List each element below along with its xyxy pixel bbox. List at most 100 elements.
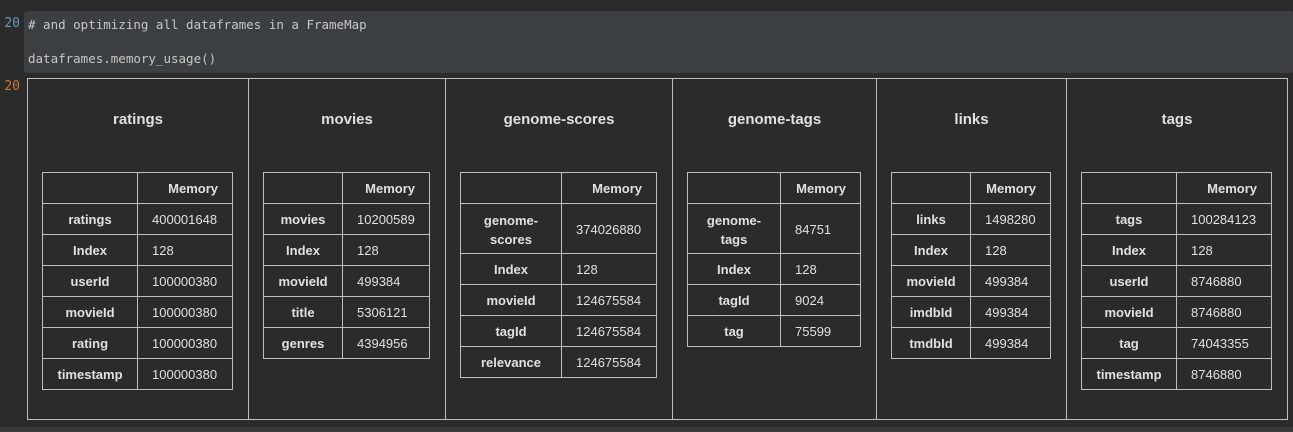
header-memory: Memory <box>780 172 861 204</box>
table-header-row: Memory <box>687 172 861 204</box>
table-header-row: Memory <box>42 172 233 204</box>
table-row: userId 8746880 <box>1081 265 1272 297</box>
header-memory: Memory <box>1176 172 1272 204</box>
table-row: genome-scores 374026880 <box>460 203 657 254</box>
row-value: 124675584 <box>561 284 657 316</box>
table-row: Index 128 <box>1081 234 1272 266</box>
row-name: Index <box>891 234 971 266</box>
table-row: ratings 400001648 <box>42 203 233 235</box>
row-name: movieId <box>1081 296 1177 328</box>
table-row: tagId 9024 <box>687 284 861 316</box>
row-name: movieId <box>42 296 138 328</box>
table-row: Index 128 <box>891 234 1051 266</box>
row-name: Index <box>687 253 781 285</box>
row-value: 100000380 <box>137 296 233 328</box>
frame-title: genome-scores <box>503 111 615 128</box>
table-row: imdbId 499384 <box>891 296 1051 328</box>
row-name: movieId <box>891 265 971 297</box>
row-name: movies <box>263 203 343 235</box>
row-name: movieId <box>460 284 562 316</box>
table-header-row: Memory <box>460 172 657 204</box>
row-name: rating <box>42 327 138 359</box>
row-value: 128 <box>137 234 233 266</box>
table-row: tmdbId 499384 <box>891 327 1051 359</box>
row-name: tagId <box>687 284 781 316</box>
table-row: Index 128 <box>263 234 430 266</box>
table-row: userId 100000380 <box>42 265 233 297</box>
table-header-row: Memory <box>263 172 430 204</box>
frame-title: tags <box>1161 111 1193 128</box>
row-name: movieId <box>263 265 343 297</box>
table-row: Index 128 <box>460 253 657 285</box>
header-blank <box>460 172 562 204</box>
table-row: genome-tags 84751 <box>687 203 861 254</box>
table-header-row: Memory <box>1081 172 1272 204</box>
table-row: movieId 124675584 <box>460 284 657 316</box>
table-row: tagId 124675584 <box>460 315 657 347</box>
row-value: 128 <box>1176 234 1272 266</box>
table-row: genres 4394956 <box>263 327 430 359</box>
row-value: 124675584 <box>561 315 657 347</box>
row-name: genome-scores <box>460 203 562 254</box>
row-name: tag <box>1081 327 1177 359</box>
table-row: movieId 100000380 <box>42 296 233 328</box>
table-row: relevance 124675584 <box>460 346 657 378</box>
table-row: Index 128 <box>687 253 861 285</box>
table-row: Index 128 <box>42 234 233 266</box>
row-value: 75599 <box>780 315 861 347</box>
row-name: genres <box>263 327 343 359</box>
row-value: 374026880 <box>561 203 657 254</box>
table-row: timestamp 100000380 <box>42 358 233 390</box>
bottom-strip <box>0 427 1293 432</box>
row-value: 8746880 <box>1176 358 1272 390</box>
memory-table: Memory genome-tags 84751 Index 128 tagId 90… <box>687 172 861 347</box>
row-name: ratings <box>42 203 138 235</box>
row-value: 5306121 <box>342 296 430 328</box>
table-row: movieId 8746880 <box>1081 296 1272 328</box>
row-value: 74043355 <box>1176 327 1272 359</box>
frame-genome-tags: genome-tags Memory genome-tags 84751 Inde… <box>673 79 877 419</box>
row-value: 8746880 <box>1176 265 1272 297</box>
row-value: 128 <box>970 234 1051 266</box>
table-row: tags 100284123 <box>1081 203 1272 235</box>
input-prompt: 20 <box>4 16 20 31</box>
row-value: 128 <box>561 253 657 285</box>
row-value: 499384 <box>342 265 430 297</box>
frame-title: movies <box>321 111 373 128</box>
row-name: Index <box>42 234 138 266</box>
header-blank <box>263 172 343 204</box>
top-strip <box>0 0 1293 11</box>
row-value: 10200589 <box>342 203 430 235</box>
memory-table: Memory ratings 400001648 Index 128 userId 1… <box>42 172 233 390</box>
table-row: timestamp 8746880 <box>1081 358 1272 390</box>
row-value: 124675584 <box>561 346 657 378</box>
output-prompt: 20 <box>4 79 20 94</box>
frame-title: links <box>954 111 989 128</box>
row-value: 100284123 <box>1176 203 1272 235</box>
header-memory: Memory <box>561 172 657 204</box>
row-name: Index <box>263 234 343 266</box>
table-row: rating 100000380 <box>42 327 233 359</box>
code-cell[interactable]: # and optimizing all dataframes in a Fra… <box>24 11 1293 73</box>
code-line-call: dataframes.memory_usage() <box>28 51 217 66</box>
row-value: 4394956 <box>342 327 430 359</box>
header-blank <box>687 172 781 204</box>
row-name: links <box>891 203 971 235</box>
row-name: tags <box>1081 203 1177 235</box>
frame-genome-scores: genome-scores Memory genome-scores 374026… <box>446 79 673 419</box>
table-row: tag 74043355 <box>1081 327 1272 359</box>
row-name: tmdbId <box>891 327 971 359</box>
row-name: userId <box>42 265 138 297</box>
frame-ratings: ratings Memory ratings 400001648 Index 128… <box>28 79 249 419</box>
row-name: Index <box>1081 234 1177 266</box>
frame-movies: movies Memory movies 10200589 Index 128 mo… <box>249 79 446 419</box>
header-memory: Memory <box>970 172 1051 204</box>
row-name: genome-tags <box>687 203 781 254</box>
frame-title: genome-tags <box>727 111 822 128</box>
table-row: tag 75599 <box>687 315 861 347</box>
row-value: 100000380 <box>137 358 233 390</box>
row-name: timestamp <box>42 358 138 390</box>
code-line-comment: # and optimizing all dataframes in a Fra… <box>28 17 367 32</box>
table-row: links 1498280 <box>891 203 1051 235</box>
